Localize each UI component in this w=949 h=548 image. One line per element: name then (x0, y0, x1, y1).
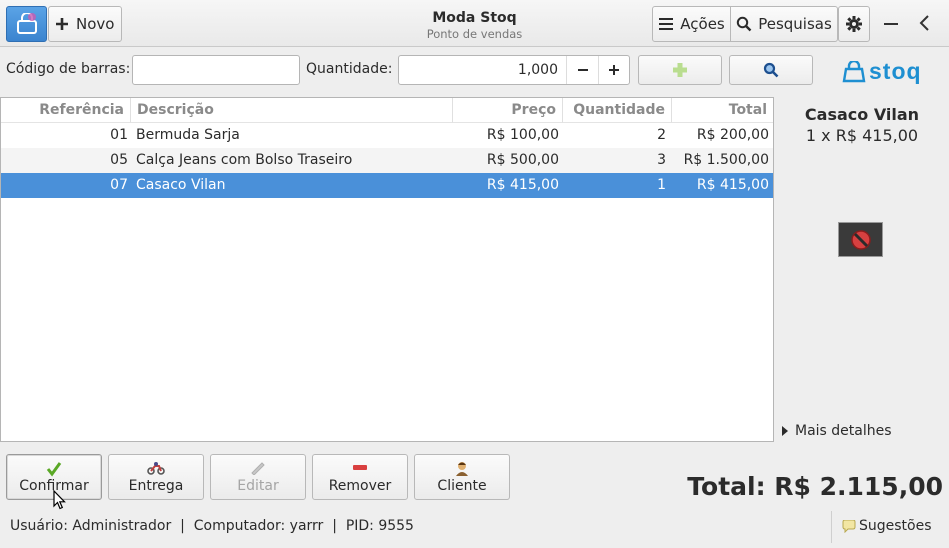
row-description: Calça Jeans com Bolso Traseiro (136, 152, 353, 168)
client-button[interactable]: Cliente (414, 454, 510, 500)
triangle-right-icon (782, 426, 788, 436)
sale-items-table[interactable]: Referência Descrição Preço Quantidade To… (0, 97, 774, 442)
table-row-selected[interactable]: 07 Casaco Vilan R$ 415,00 1 R$ 415,00 (1, 173, 773, 198)
barcode-input[interactable] (132, 55, 300, 85)
hamburger-menu-icon (659, 18, 674, 30)
speech-bubble-icon (842, 519, 856, 533)
product-name: Casaco Vilan (804, 105, 920, 124)
status-divider (831, 511, 832, 543)
user-icon (456, 462, 468, 476)
table-row[interactable]: 01 Bermuda Sarja R$ 100,00 2 R$ 200,00 (1, 123, 773, 148)
row-quantity: 1 (657, 177, 666, 193)
row-quantity: 3 (657, 152, 666, 168)
column-header-description[interactable]: Descrição (131, 98, 453, 123)
suggestions-label: Sugestões (859, 518, 932, 534)
row-reference: 07 (110, 177, 128, 193)
search-button[interactable]: Pesquisas (730, 6, 838, 42)
column-header-quantity[interactable]: Quantidade (563, 98, 672, 123)
suggestions-button[interactable]: Sugestões (842, 518, 932, 534)
more-details-expander[interactable]: Mais detalhes (781, 423, 892, 439)
remove-button[interactable]: Remover (312, 454, 408, 500)
row-description: Bermuda Sarja (136, 127, 240, 143)
quantity-label: Quantidade: (306, 61, 393, 77)
decrement-button[interactable] (566, 56, 598, 84)
cursor-arrow-icon (53, 489, 66, 514)
delivery-button[interactable]: Entrega (108, 454, 204, 500)
row-quantity: 2 (657, 127, 666, 143)
column-header-reference[interactable]: Referência (1, 98, 131, 123)
row-reference: 05 (110, 152, 128, 168)
table-row[interactable]: 05 Calça Jeans com Bolso Traseiro R$ 500… (1, 148, 773, 173)
checkmark-icon (46, 462, 62, 477)
edit-button-label: Editar (237, 478, 279, 494)
actions-button-label: Ações (680, 15, 725, 33)
green-plus-icon (673, 63, 687, 77)
status-info: Usuário: Administrador | Computador: yar… (10, 518, 414, 534)
motorcycle-icon (147, 462, 165, 475)
stoq-brand-text: stoq (869, 58, 922, 84)
quantity-stepper[interactable]: 1,000 (398, 55, 630, 85)
column-header-price[interactable]: Preço (453, 98, 563, 123)
header-bar: Novo Moda Stoq Ponto de vendas Ações Pes… (0, 0, 949, 47)
barcode-label: Código de barras: (6, 61, 131, 77)
row-price: R$ 415,00 (486, 177, 559, 193)
client-button-label: Cliente (437, 478, 487, 494)
stoq-bag-icon (842, 60, 866, 82)
row-total: R$ 1.500,00 (683, 152, 769, 168)
find-product-button[interactable] (729, 55, 813, 85)
row-total: R$ 200,00 (696, 127, 769, 143)
search-icon (763, 62, 779, 78)
edit-button[interactable]: Editar (210, 454, 306, 500)
row-price: R$ 100,00 (486, 127, 559, 143)
remove-button-label: Remover (328, 478, 392, 494)
more-details-label: Mais detalhes (795, 423, 892, 439)
pencil-icon (251, 462, 265, 475)
add-item-button[interactable] (638, 55, 722, 85)
actions-button[interactable]: Ações (652, 6, 731, 42)
product-qty-price: 1 x R$ 415,00 (805, 126, 919, 145)
row-price: R$ 500,00 (486, 152, 559, 168)
back-chevron-icon[interactable] (918, 14, 930, 36)
minus-icon (577, 69, 588, 71)
no-image-icon (850, 229, 871, 250)
plus-icon (609, 65, 619, 75)
product-image-placeholder (838, 222, 883, 257)
row-description: Casaco Vilan (136, 177, 226, 193)
total-amount: Total: R$ 2.115,00 (687, 472, 943, 501)
remove-icon (353, 465, 367, 470)
increment-button[interactable] (598, 56, 629, 84)
minimize-icon[interactable] (884, 23, 898, 25)
stoq-logo: stoq (842, 58, 922, 85)
delivery-button-label: Entrega (128, 478, 184, 494)
row-total: R$ 415,00 (696, 177, 769, 193)
column-header-total[interactable]: Total (672, 98, 773, 123)
search-button-label: Pesquisas (758, 15, 832, 33)
gear-icon (846, 16, 862, 32)
quantity-input[interactable]: 1,000 (399, 56, 566, 84)
search-icon (737, 16, 752, 32)
settings-button[interactable] (838, 6, 870, 42)
row-reference: 01 (110, 127, 128, 143)
